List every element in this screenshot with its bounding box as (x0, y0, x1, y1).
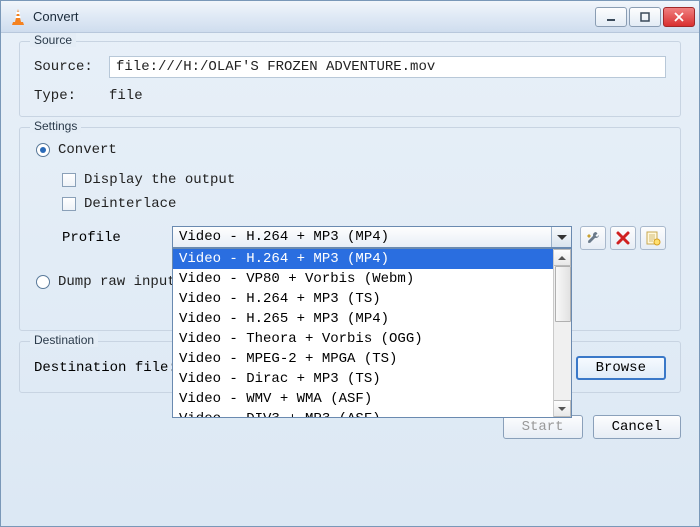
settings-legend: Settings (30, 119, 81, 133)
profile-label: Profile (62, 226, 172, 246)
scroll-down-button[interactable] (554, 400, 571, 417)
destination-file-label: Destination file: (34, 360, 177, 376)
source-input[interactable] (109, 56, 666, 78)
start-button[interactable]: Start (503, 415, 583, 439)
profile-option[interactable]: Video - H.265 + MP3 (MP4) (173, 309, 553, 329)
browse-button[interactable]: Browse (576, 356, 666, 380)
close-button[interactable] (663, 7, 695, 27)
type-label: Type: (34, 88, 109, 104)
dump-raw-label: Dump raw input (58, 274, 176, 290)
profile-option[interactable]: Video - VP80 + Vorbis (Webm) (173, 269, 553, 289)
profile-option[interactable]: Video - Dirac + MP3 (TS) (173, 369, 553, 389)
convert-dialog: Convert Source Source: Type: file (0, 0, 700, 527)
profile-dropdown: Video - H.264 + MP3 (MP4)Video - VP80 + … (172, 248, 572, 418)
profile-option[interactable]: Video - DIV3 + MP3 (ASF) (173, 409, 553, 417)
new-profile-icon (645, 230, 661, 246)
settings-group: Settings Convert Display the output Dein… (19, 127, 681, 331)
delete-profile-button[interactable] (610, 226, 636, 250)
profile-tool-buttons (580, 226, 666, 250)
type-value: file (109, 88, 143, 104)
display-output-label: Display the output (84, 172, 235, 188)
delete-x-icon (615, 230, 631, 246)
deinterlace-checkbox[interactable] (62, 197, 76, 211)
profile-option[interactable]: Video - H.264 + MP3 (TS) (173, 289, 553, 309)
content-area: Source Source: Type: file Settings Conve… (1, 33, 699, 413)
titlebar: Convert (1, 1, 699, 33)
edit-profile-button[interactable] (580, 226, 606, 250)
vlc-cone-icon (9, 8, 27, 26)
window-title: Convert (33, 9, 595, 24)
profile-option[interactable]: Video - WMV + WMA (ASF) (173, 389, 553, 409)
profile-combobox[interactable]: Video - H.264 + MP3 (MP4) (172, 226, 572, 248)
cancel-button[interactable]: Cancel (593, 415, 681, 439)
window-controls (595, 7, 695, 27)
new-profile-button[interactable] (640, 226, 666, 250)
dump-raw-radio[interactable] (36, 275, 50, 289)
profile-option[interactable]: Video - MPEG-2 + MPGA (TS) (173, 349, 553, 369)
maximize-button[interactable] (629, 7, 661, 27)
profile-option[interactable]: Video - Theora + Vorbis (OGG) (173, 329, 553, 349)
scroll-thumb[interactable] (555, 266, 571, 322)
destination-legend: Destination (30, 333, 98, 347)
convert-radio-label: Convert (58, 142, 117, 158)
source-legend: Source (30, 33, 76, 47)
convert-radio[interactable] (36, 143, 50, 157)
scroll-up-button[interactable] (554, 249, 571, 266)
profile-selected-value: Video - H.264 + MP3 (MP4) (179, 229, 389, 245)
display-output-checkbox[interactable] (62, 173, 76, 187)
dropdown-scrollbar[interactable] (553, 249, 571, 417)
chevron-down-icon[interactable] (551, 227, 571, 247)
minimize-button[interactable] (595, 7, 627, 27)
source-label: Source: (34, 59, 109, 75)
wrench-icon (585, 230, 601, 246)
deinterlace-label: Deinterlace (84, 196, 176, 212)
source-group: Source Source: Type: file (19, 41, 681, 117)
profile-option[interactable]: Video - H.264 + MP3 (MP4) (173, 249, 553, 269)
